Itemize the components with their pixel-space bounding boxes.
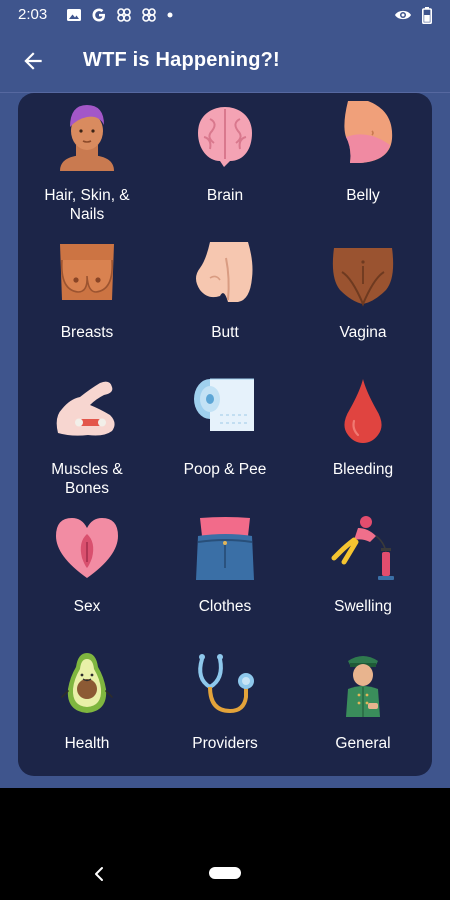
category-label: Brain (206, 187, 244, 204)
category-bleeding[interactable]: Bleeding (294, 367, 432, 503)
pinwheel-icon (117, 8, 131, 22)
blood-drop-icon (344, 379, 382, 443)
page-title: WTF is Happening?! (83, 49, 280, 71)
category-brain[interactable]: Brain (156, 93, 294, 229)
vagina-icon (332, 248, 394, 307)
nav-back-icon[interactable] (92, 866, 108, 882)
category-label: Muscles & Bones (51, 461, 123, 497)
category-muscles-bones[interactable]: Muscles & Bones (18, 367, 156, 503)
toilet-paper-icon (194, 378, 254, 431)
avocado-icon (61, 653, 113, 713)
category-clothes[interactable]: Clothes (156, 504, 294, 640)
stethoscope-icon (198, 654, 254, 714)
nav-home-pill[interactable] (209, 867, 241, 879)
butt-icon (196, 242, 253, 302)
category-belly[interactable]: Belly (294, 93, 432, 229)
app-bar: WTF is Happening?! (0, 30, 450, 93)
dot-icon (167, 12, 173, 18)
system-nav-bar (0, 788, 450, 900)
category-label: Breasts (60, 324, 114, 341)
category-label: Health (64, 735, 110, 752)
category-vagina[interactable]: Vagina (294, 230, 432, 366)
status-icons-left (66, 6, 174, 24)
status-icons-right (394, 6, 432, 24)
face-icon (60, 105, 114, 171)
category-providers[interactable]: Providers (156, 641, 294, 777)
battery-icon (422, 6, 432, 24)
category-breasts[interactable]: Breasts (18, 230, 156, 366)
category-label: Belly (346, 187, 380, 204)
status-bar: 2:03 (0, 0, 450, 30)
category-health[interactable]: Health (18, 641, 156, 777)
back-arrow-icon[interactable] (20, 48, 46, 74)
category-label: Vagina (339, 324, 387, 341)
status-time: 2:03 (18, 6, 48, 23)
jeans-icon (196, 517, 254, 580)
category-butt[interactable]: Butt (156, 230, 294, 366)
general-icon (346, 656, 380, 717)
category-label: Providers (192, 735, 258, 752)
category-label: Swelling (334, 598, 392, 615)
category-label: General (335, 735, 391, 752)
google-icon (92, 8, 105, 22)
heart-icon (56, 518, 118, 578)
breasts-icon (60, 244, 114, 300)
flexed-arm-icon (56, 381, 115, 436)
balloon-pump-icon (331, 516, 394, 580)
category-sex[interactable]: Sex (18, 504, 156, 640)
category-label: Sex (73, 598, 101, 615)
category-swelling[interactable]: Swelling (294, 504, 432, 640)
category-general[interactable]: General (294, 641, 432, 777)
category-label: Butt (211, 324, 239, 341)
category-label: Clothes (198, 598, 252, 615)
category-label: Poop & Pee (183, 461, 267, 478)
category-poop-pee[interactable]: Poop & Pee (156, 367, 294, 503)
image-icon (67, 9, 81, 21)
category-label: Hair, Skin, & Nails (44, 187, 130, 223)
eye-icon (395, 10, 411, 20)
category-hair-skin-nails[interactable]: Hair, Skin, & Nails (18, 93, 156, 229)
brain-icon (198, 107, 252, 167)
category-label: Bleeding (332, 461, 394, 478)
belly-icon (344, 101, 393, 163)
category-grid: Hair, Skin, & Nails Brain Belly Breasts (18, 93, 432, 776)
pinwheel-icon (142, 8, 156, 22)
